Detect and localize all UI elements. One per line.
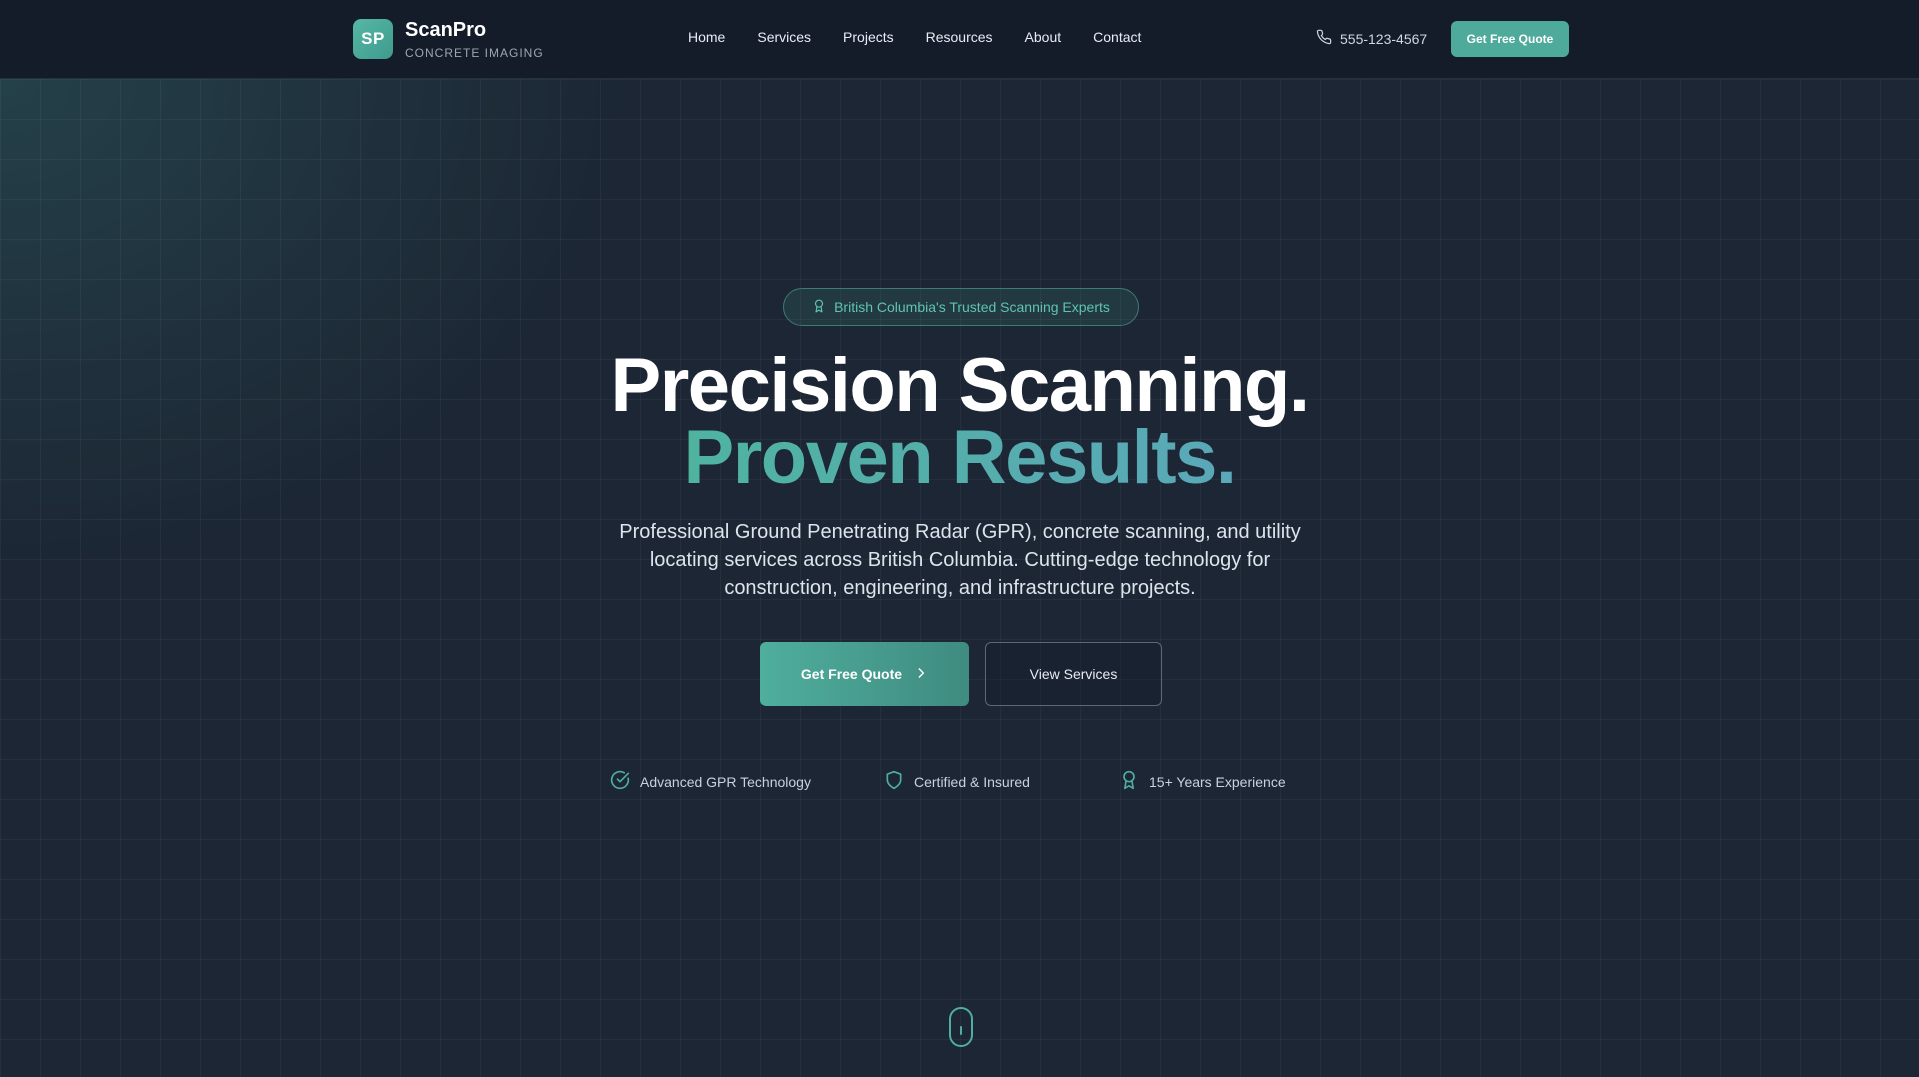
award-icon [1119, 770, 1139, 793]
feature-certified: Certified & Insured [884, 770, 1030, 793]
chevron-right-icon [914, 666, 928, 683]
nav-item-resources[interactable]: Resources [926, 29, 993, 45]
site-header: SP ScanPro CONCRETE IMAGING Home Service… [0, 0, 1919, 79]
feature-gpr: Advanced GPR Technology [610, 770, 811, 793]
header-quote-button[interactable]: Get Free Quote [1451, 21, 1569, 57]
feature-label: 15+ Years Experience [1149, 773, 1286, 790]
phone-link[interactable]: 555-123-4567 [1316, 29, 1427, 48]
nav-item-home[interactable]: Home [688, 29, 725, 45]
mouse-scroll-icon[interactable] [949, 1007, 973, 1047]
award-icon [812, 299, 826, 316]
nav-item-services[interactable]: Services [757, 29, 811, 45]
trust-badge: British Columbia's Trusted Scanning Expe… [783, 288, 1139, 326]
headline-line-2-text: Proven Results. [683, 415, 1237, 500]
nav-item-projects[interactable]: Projects [843, 29, 894, 45]
logo-badge[interactable]: SP [353, 19, 393, 59]
feature-experience: 15+ Years Experience [1119, 770, 1286, 793]
headline-line-1: Precision Scanning. [610, 343, 1310, 428]
nav-item-about[interactable]: About [1025, 29, 1062, 45]
hero-lead: Professional Ground Penetrating Radar (G… [619, 521, 1301, 599]
feature-label: Advanced GPR Technology [640, 773, 811, 790]
trust-badge-text: British Columbia's Trusted Scanning Expe… [834, 299, 1110, 315]
brand-tagline: CONCRETE IMAGING [405, 46, 544, 60]
main-nav: Home Services Projects Resources About C… [688, 29, 1173, 45]
feature-label: Certified & Insured [914, 773, 1030, 790]
phone-number: 555-123-4567 [1340, 30, 1428, 47]
nav-item-contact[interactable]: Contact [1093, 29, 1141, 45]
phone-icon [1316, 29, 1332, 48]
get-free-quote-label: Get Free Quote [800, 666, 903, 682]
view-services-button[interactable]: View Services [985, 642, 1162, 706]
get-free-quote-button[interactable]: Get Free Quote [760, 642, 969, 706]
shield-icon [884, 770, 904, 793]
brand-name[interactable]: ScanPro [405, 19, 486, 42]
headline-line-2: Proven Results. [0, 420, 1919, 496]
check-circle-icon [610, 770, 630, 793]
